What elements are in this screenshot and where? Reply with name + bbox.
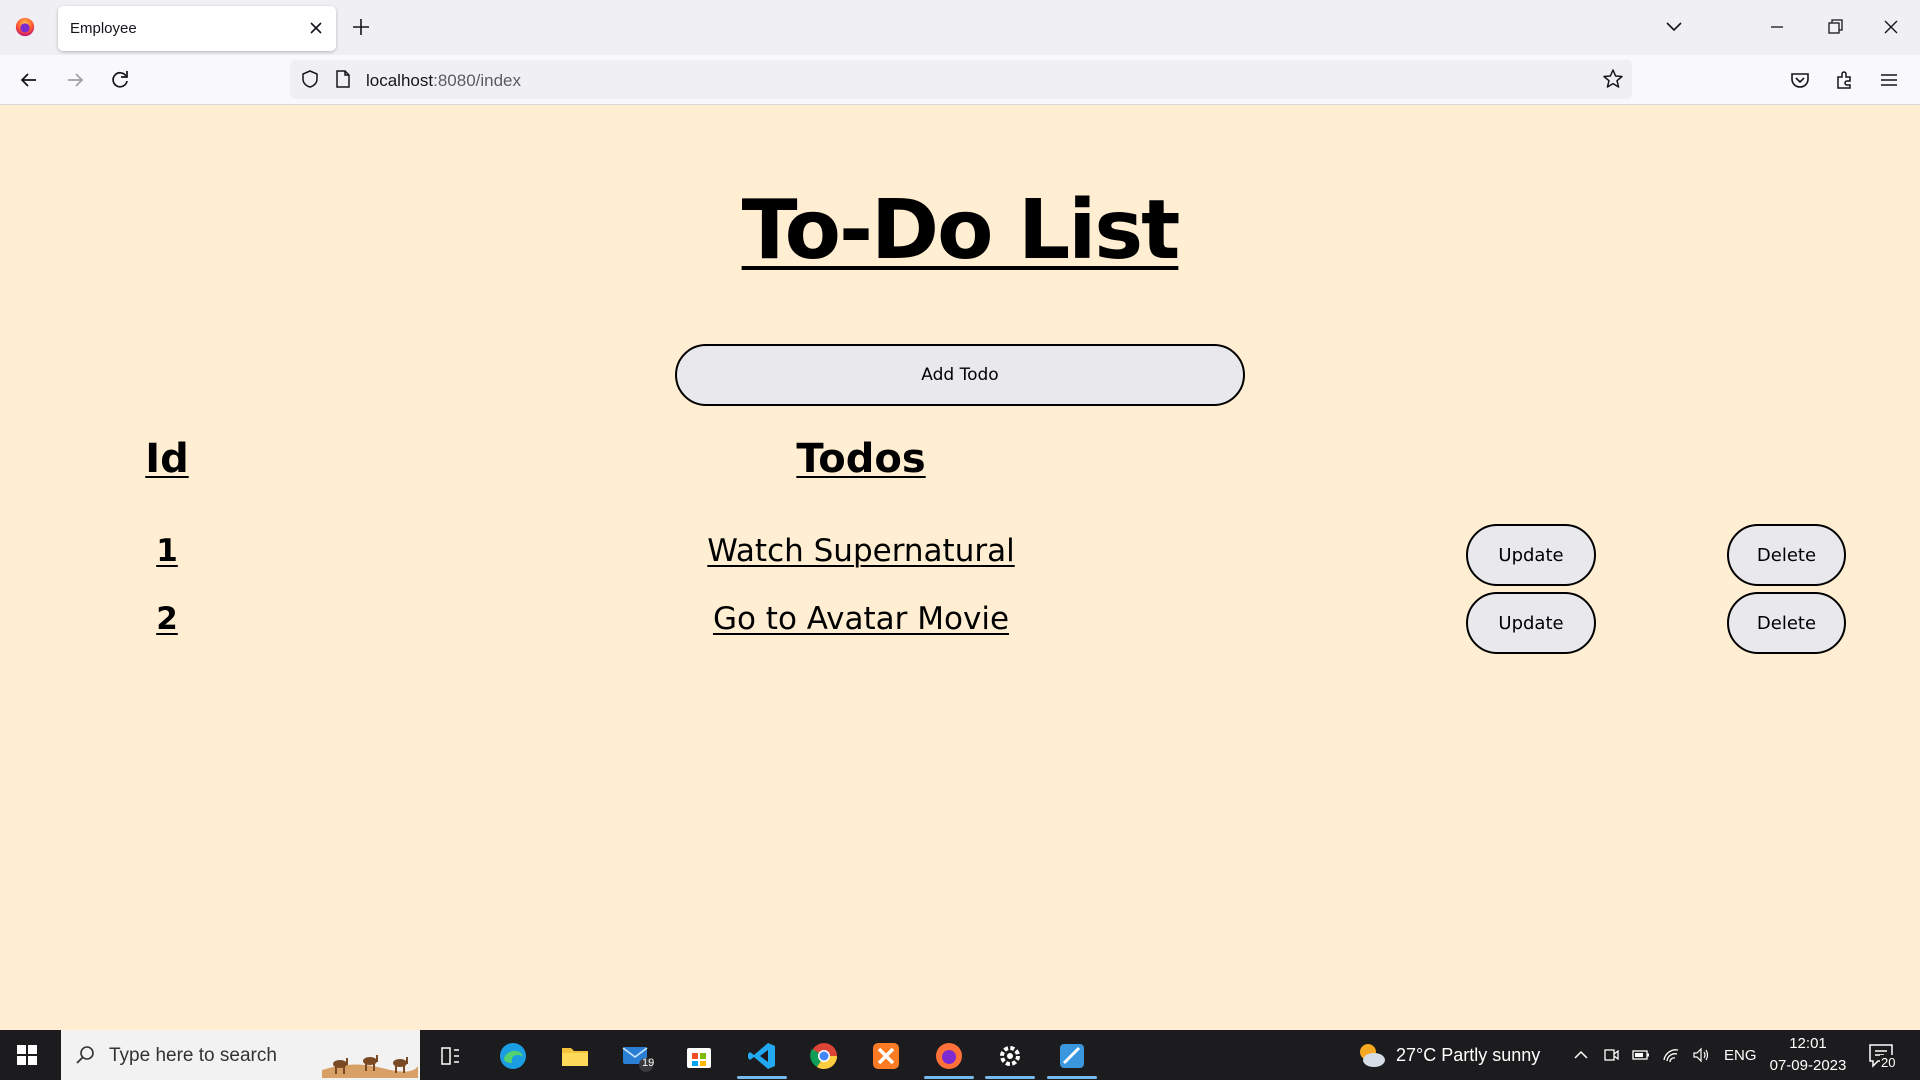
active-indicator-firefox — [924, 1076, 974, 1079]
browser-tab-bar: Employee — [0, 0, 1920, 55]
clock-time[interactable]: 12:01 — [1772, 1035, 1844, 1052]
back-icon[interactable] — [16, 67, 42, 93]
page-info-icon[interactable] — [334, 69, 352, 89]
firefox-taskbar-icon[interactable] — [932, 1039, 966, 1073]
clock-date[interactable]: 07-09-2023 — [1767, 1057, 1849, 1074]
header-id: Id — [145, 436, 189, 482]
chrome-icon[interactable] — [807, 1039, 841, 1073]
update-button-1[interactable]: Update — [1466, 524, 1596, 586]
reload-icon[interactable] — [107, 67, 133, 93]
add-todo-button[interactable]: Add Todo — [675, 344, 1245, 406]
menu-icon[interactable] — [1876, 67, 1902, 93]
edge-browser-icon[interactable] — [496, 1039, 530, 1073]
mail-badge: 19 — [642, 1057, 655, 1069]
address-bar[interactable]: localhost:8080/index — [290, 60, 1632, 99]
todo-text-1: Watch Supernatural — [707, 533, 1015, 569]
taskbar-search-box[interactable]: Type here to search — [61, 1030, 420, 1080]
microsoft-store-icon[interactable] — [682, 1039, 716, 1073]
url-host: localhost — [366, 71, 434, 90]
browser-toolbar: localhost:8080/index — [0, 55, 1920, 105]
weather-text[interactable]: 27°C Partly sunny — [1396, 1045, 1540, 1066]
active-indicator-vscode — [737, 1076, 787, 1079]
volume-icon[interactable] — [1692, 1046, 1710, 1064]
page-content: To-Do List Add Todo Id Todos 1 Watch Sup… — [0, 106, 1920, 1030]
xampp-icon[interactable] — [869, 1039, 903, 1073]
list-all-tabs-icon[interactable] — [1662, 16, 1686, 38]
delete-button-2[interactable]: Delete — [1727, 592, 1846, 654]
extensions-icon[interactable] — [1832, 67, 1858, 93]
task-view-icon[interactable] — [433, 1039, 467, 1073]
notification-count: 20 — [1880, 1055, 1897, 1070]
windows-taskbar: Type here to search 19 27°C Partly sunny… — [0, 1030, 1920, 1080]
firefox-icon — [15, 17, 35, 37]
delete-button-1[interactable]: Delete — [1727, 524, 1846, 586]
chevron-up-icon[interactable] — [1572, 1046, 1590, 1064]
file-explorer-icon[interactable] — [558, 1039, 592, 1073]
meet-now-icon[interactable] — [1602, 1046, 1620, 1064]
active-indicator-snipping — [1047, 1076, 1097, 1079]
restore-icon[interactable] — [1820, 12, 1850, 42]
forward-icon[interactable] — [62, 67, 88, 93]
tracking-protection-icon[interactable] — [300, 69, 320, 89]
camel-desert-illustration-icon — [322, 1055, 418, 1078]
minimize-icon[interactable] — [1762, 12, 1792, 42]
url-path: :8080/index — [433, 71, 522, 90]
close-tab-icon[interactable] — [306, 18, 326, 38]
todo-text-2: Go to Avatar Movie — [712, 601, 1010, 637]
language-indicator[interactable]: ENG — [1724, 1047, 1757, 1064]
todo-id-2: 2 — [156, 601, 178, 637]
update-button-2[interactable]: Update — [1466, 592, 1596, 654]
wifi-icon[interactable] — [1662, 1046, 1680, 1064]
pocket-icon[interactable] — [1787, 67, 1813, 93]
partly-sunny-weather-icon[interactable] — [1356, 1040, 1388, 1070]
todo-id-1: 1 — [156, 533, 178, 569]
new-tab-icon[interactable] — [350, 16, 372, 38]
tab-employee[interactable]: Employee — [58, 6, 336, 51]
snipping-tool-icon[interactable] — [1055, 1039, 1089, 1073]
page-title: To-Do List — [741, 183, 1181, 278]
tab-title: Employee — [70, 20, 137, 37]
bookmark-star-icon[interactable] — [1602, 68, 1624, 90]
search-icon — [76, 1046, 94, 1064]
active-indicator-settings — [985, 1076, 1035, 1079]
settings-gear-icon[interactable] — [993, 1039, 1027, 1073]
vscode-icon[interactable] — [745, 1039, 779, 1073]
search-placeholder: Type here to search — [109, 1045, 277, 1066]
windows-start-icon[interactable] — [16, 1044, 38, 1066]
header-todos: Todos — [796, 436, 926, 482]
close-window-icon[interactable] — [1876, 12, 1906, 42]
url-text[interactable]: localhost:8080/index — [366, 71, 521, 91]
battery-icon[interactable] — [1632, 1046, 1650, 1064]
